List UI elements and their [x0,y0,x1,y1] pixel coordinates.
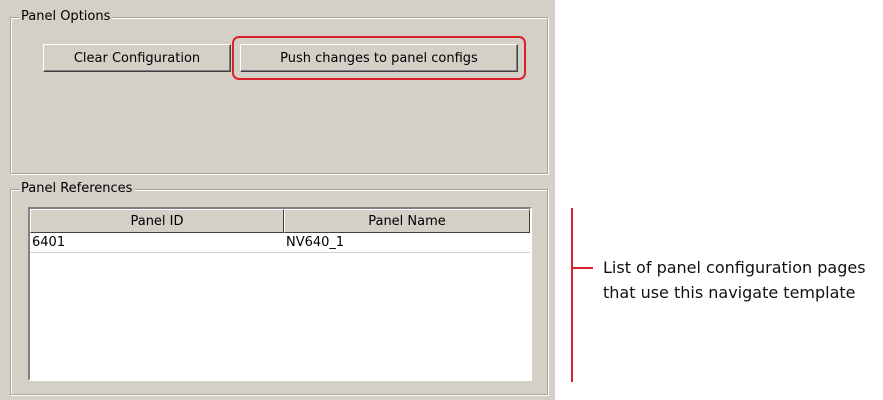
clear-configuration-button[interactable]: Clear Configuration [43,44,231,72]
panel-references-list[interactable]: Panel ID Panel Name 6401 NV640_1 [28,207,532,381]
list-header: Panel ID Panel Name [30,209,530,233]
cell-panel-id: 6401 [30,233,284,253]
panel-settings-window: Panel Options Clear Configuration Push c… [0,0,555,400]
callout-leader-line [573,267,593,269]
column-header-panel-name[interactable]: Panel Name [284,209,530,233]
panel-options-title: Panel Options [19,9,113,25]
cell-panel-name: NV640_1 [284,233,530,253]
panel-options-group: Panel Options Clear Configuration Push c… [10,9,548,174]
callout-annotation-text: List of panel configuration pages that u… [603,258,866,302]
panel-references-title: Panel References [19,181,135,197]
callout-bracket-line [571,208,573,382]
table-row[interactable]: 6401 NV640_1 [30,233,530,253]
push-changes-button[interactable]: Push changes to panel configs [240,44,518,72]
panel-references-group: Panel References Panel ID Panel Name 640… [10,181,548,395]
column-header-panel-id[interactable]: Panel ID [30,209,284,233]
